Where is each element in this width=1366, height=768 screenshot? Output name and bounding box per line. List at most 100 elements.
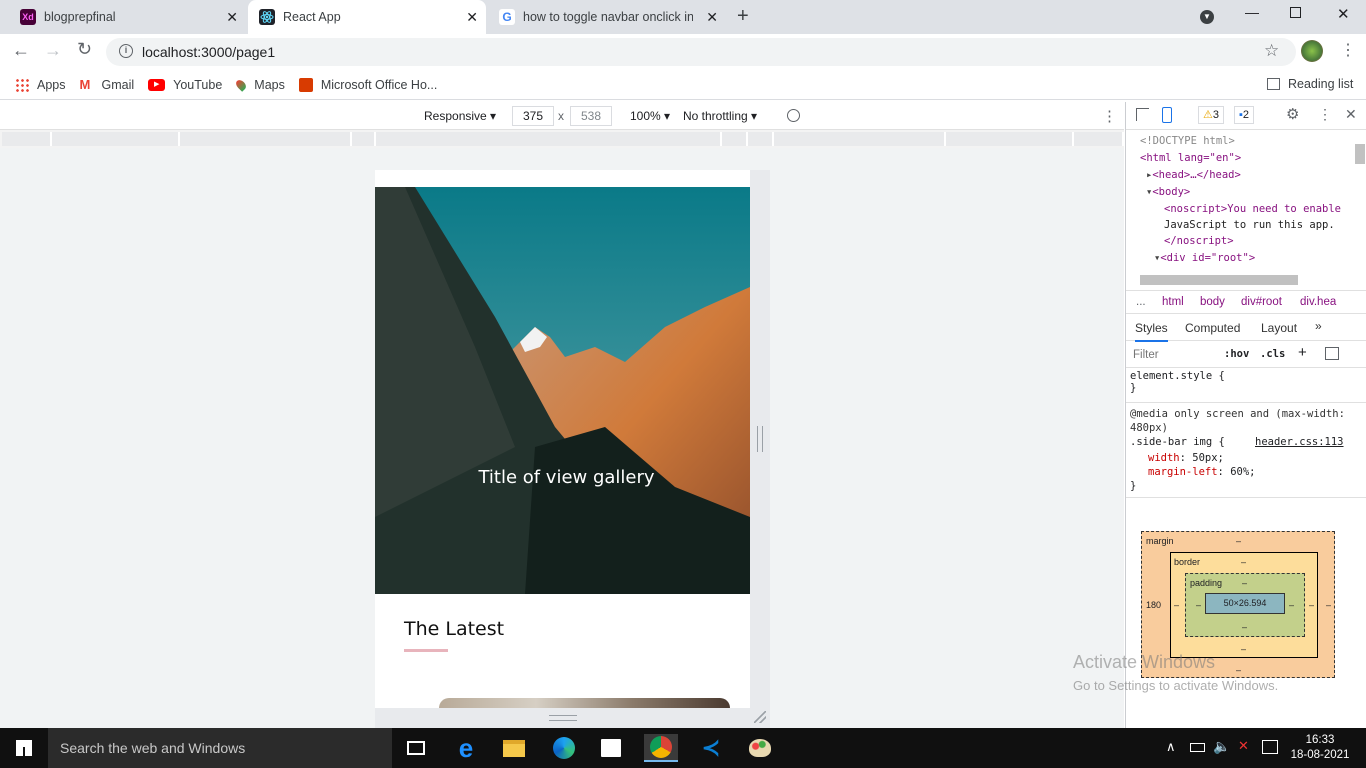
new-tab-button[interactable]: + <box>737 5 749 28</box>
bookmark-label: Maps <box>254 77 285 92</box>
minimize-icon[interactable]: — <box>1245 4 1259 20</box>
close-window-icon[interactable]: ✕ <box>1337 5 1350 23</box>
messages-badge[interactable]: ▪2 <box>1234 106 1255 124</box>
volume-icon[interactable]: 🔈 <box>1213 738 1230 755</box>
back-icon[interactable]: ← <box>12 40 30 61</box>
media-query-bar[interactable] <box>774 132 946 146</box>
taskbar-search-box[interactable]: Search the web and Windows <box>48 728 392 768</box>
close-tab-icon[interactable]: ✕ <box>706 9 718 26</box>
paint-icon[interactable] <box>743 734 777 762</box>
bookmark-office[interactable]: Microsoft Office Ho... <box>298 77 437 92</box>
resize-corner-handle[interactable] <box>754 711 766 723</box>
media-query-bar[interactable] <box>352 132 376 146</box>
more-options-icon[interactable]: ⋮ <box>1102 107 1117 125</box>
viewport-height-input[interactable]: 538 <box>570 106 612 126</box>
media-query-bar[interactable] <box>1074 132 1124 146</box>
close-tab-icon[interactable]: ✕ <box>466 9 478 26</box>
tab-layout[interactable]: Layout <box>1261 321 1297 335</box>
tab-search[interactable]: G how to toggle navbar onclick in r ✕ <box>488 0 726 34</box>
forward-icon[interactable]: → <box>44 40 62 61</box>
media-query-bar[interactable] <box>748 132 774 146</box>
tab-react-app[interactable]: React App ✕ <box>248 0 486 34</box>
device-toggle-icon[interactable] <box>1162 107 1172 123</box>
breadcrumb-ellipsis[interactable]: ... <box>1136 296 1146 308</box>
dom-head[interactable]: ▸<head>…</head> <box>1146 169 1241 181</box>
network-icon[interactable]: ✕ <box>1238 738 1249 754</box>
tab-styles[interactable]: Styles <box>1135 321 1168 342</box>
element-style-rule[interactable]: element.style {} <box>1130 370 1225 394</box>
media-query-bar[interactable] <box>722 132 748 146</box>
breadcrumb-html[interactable]: html <box>1162 296 1184 308</box>
maximize-icon[interactable] <box>1290 7 1301 18</box>
css-declaration-margin[interactable]: margin-left: 60%; <box>1148 466 1256 478</box>
source-link[interactable]: header.css:113 <box>1255 436 1344 448</box>
resize-handle-bottom[interactable] <box>549 715 577 721</box>
margin-top-value: – <box>1236 536 1242 546</box>
box-model-content[interactable]: 50×26.594 <box>1205 593 1285 614</box>
windows-start-icon[interactable] <box>16 740 32 756</box>
styles-filter-input[interactable] <box>1130 345 1212 364</box>
info-icon[interactable]: i <box>119 44 133 58</box>
new-rule-icon[interactable]: + <box>1298 344 1307 361</box>
media-query-bar[interactable] <box>946 132 1074 146</box>
device-mode-select[interactable]: Responsive ▾ <box>424 109 496 123</box>
file-explorer-icon[interactable] <box>497 734 531 762</box>
dom-scrollbar-thumb[interactable] <box>1355 144 1365 164</box>
box-model-border[interactable]: border – – – – padding – – – – 50×26.594 <box>1170 552 1318 658</box>
task-view-icon[interactable] <box>399 734 433 762</box>
cls-toggle[interactable]: .cls <box>1260 348 1285 360</box>
inspect-element-icon[interactable] <box>1136 108 1149 121</box>
dom-body[interactable]: ▾<body> <box>1146 186 1190 198</box>
battery-icon[interactable] <box>1190 743 1205 752</box>
breadcrumb-root[interactable]: div#root <box>1241 296 1282 308</box>
action-center-icon[interactable] <box>1262 740 1278 754</box>
viewport-width-input[interactable]: 375 <box>512 106 554 126</box>
dom-html[interactable]: <html lang="en"> <box>1140 152 1241 164</box>
css-declaration-width[interactable]: width: 50px; <box>1148 452 1224 464</box>
settings-gear-icon[interactable]: ⚙ <box>1286 105 1299 123</box>
more-tabs-icon[interactable]: » <box>1315 319 1322 333</box>
css-selector[interactable]: .side-bar img { <box>1130 436 1225 448</box>
close-tab-icon[interactable]: ✕ <box>226 9 238 26</box>
reading-list[interactable]: Reading list <box>1267 77 1353 91</box>
bookmark-star-icon[interactable]: ☆ <box>1264 41 1279 61</box>
taskbar-clock[interactable]: 16:33 18-08-2021 <box>1290 733 1350 763</box>
media-query-bar[interactable] <box>376 132 722 146</box>
bookmark-apps[interactable]: Apps <box>15 77 66 92</box>
media-query-bar[interactable] <box>2 132 52 146</box>
toggle-sidebar-icon[interactable] <box>1325 347 1339 360</box>
hov-toggle[interactable]: :hov <box>1224 348 1249 360</box>
box-model-padding[interactable]: padding – – – – 50×26.594 <box>1185 573 1305 637</box>
store-icon[interactable] <box>594 734 628 762</box>
bookmark-gmail[interactable]: M Gmail <box>80 77 135 92</box>
dom-hscroll-thumb[interactable] <box>1140 275 1298 285</box>
media-query-bar[interactable] <box>52 132 180 146</box>
vscode-icon[interactable]: ≺ <box>694 734 728 762</box>
resize-handle-right[interactable] <box>757 426 763 452</box>
dom-doctype[interactable]: <!DOCTYPE html> <box>1140 135 1235 147</box>
edge-icon[interactable] <box>547 734 581 762</box>
bookmark-maps[interactable]: Maps <box>234 77 285 92</box>
address-bar[interactable]: i localhost:3000/page1 <box>106 38 1296 66</box>
warnings-badge[interactable]: ⚠3 <box>1198 106 1224 124</box>
breadcrumb-body[interactable]: body <box>1200 296 1225 308</box>
dom-noscript[interactable]: <noscript>You need to enable <box>1164 203 1341 215</box>
rotate-icon[interactable] <box>787 109 800 122</box>
reload-icon[interactable]: ↻ <box>77 39 92 60</box>
show-hidden-icons[interactable]: ∧ <box>1166 739 1176 755</box>
throttling-select[interactable]: No throttling ▾ <box>683 109 757 123</box>
edge-legacy-icon[interactable]: e <box>449 733 483 763</box>
bookmark-youtube[interactable]: ▶ YouTube <box>148 78 222 92</box>
breadcrumb-header[interactable]: div.hea <box>1300 296 1336 308</box>
close-devtools-icon[interactable]: ✕ <box>1345 106 1357 123</box>
tab-computed[interactable]: Computed <box>1185 321 1240 335</box>
menu-icon[interactable]: ⋮ <box>1340 40 1356 60</box>
devtools-more-icon[interactable]: ⋮ <box>1318 106 1332 123</box>
chrome-icon[interactable] <box>644 734 678 762</box>
media-query-bar[interactable] <box>180 132 352 146</box>
tab-blogprepfinal[interactable]: Xd blogprepfinal ✕ <box>8 0 246 34</box>
tab-search-icon[interactable]: ▼ <box>1200 10 1214 24</box>
profile-avatar[interactable] <box>1301 40 1323 62</box>
zoom-select[interactable]: 100% ▾ <box>630 109 670 123</box>
dom-root-div[interactable]: ▾<div id="root"> <box>1154 252 1255 264</box>
